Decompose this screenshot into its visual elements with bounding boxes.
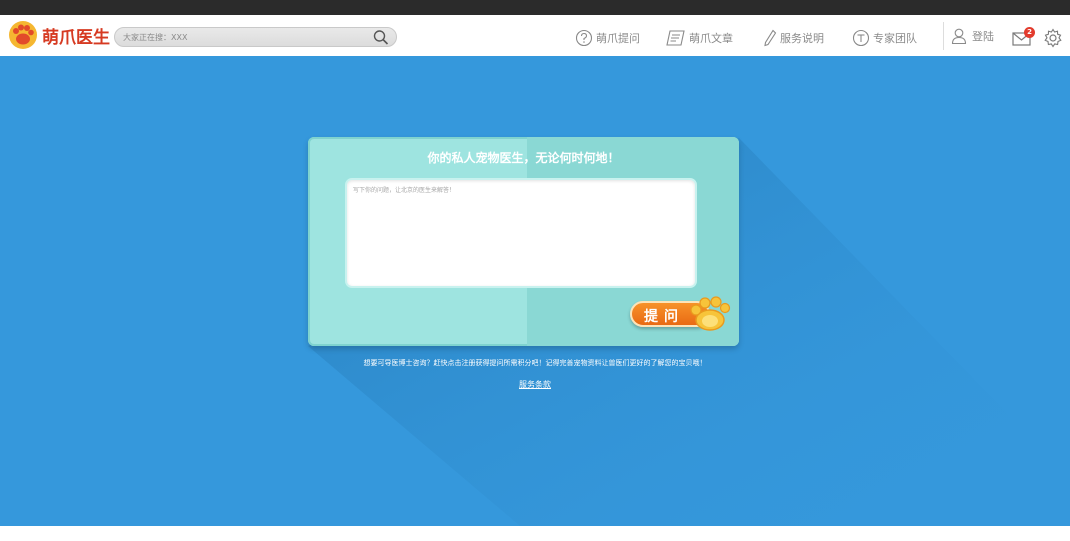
info-text: 想要可导医博士咨询？赶快点击注册获得提问所需积分吧！记得完善宠物资料让兽医们更好… [363,359,707,367]
gear-icon[interactable] [1043,28,1063,48]
paw-logo-icon [9,21,37,49]
site-logo[interactable]: 萌爪医生 [8,20,110,50]
nav-label: 服务说明 [780,32,824,45]
ask-button[interactable]: 提问 [630,296,734,332]
nav-label: 萌爪提问 [596,32,640,45]
site-header: 萌爪医生 萌爪提问 萌爪文章 [0,15,1070,56]
nav-item-articles[interactable]: 萌爪文章 [666,29,733,47]
pencil-icon [764,29,777,47]
search-input[interactable] [123,30,363,44]
browser-top-bar [0,0,1070,15]
nav-item-team[interactable]: 专家团队 [852,29,917,47]
card-title: 你的私人宠物医生，无论何时何地！ [427,151,620,165]
article-icon [666,30,685,46]
nav-item-service[interactable]: 服务说明 [763,29,824,47]
nav-divider [943,22,944,50]
paw-icon [690,296,731,331]
mail-badge: 2 [1024,27,1035,38]
terms-link[interactable]: 服务条款 [519,380,551,389]
question-textarea[interactable] [345,178,697,288]
terms-row: 服务条款 [0,379,1070,390]
search-icon[interactable] [372,29,390,46]
login-label: 登陆 [972,30,994,43]
user-icon [951,28,967,45]
nav-label: 萌爪文章 [689,32,733,45]
logo-text: 萌爪医生 [42,27,110,48]
login-link[interactable]: 登陆 [951,27,994,45]
main-area: 你的私人宠物医生，无论何时何地！ 提问 想要可导医博士咨询？赶快点击注册获得提问… [0,56,1070,526]
ask-button-label: 提问 [644,309,684,325]
search-box [114,27,397,47]
page-footer [0,526,1070,541]
nav-item-ask[interactable]: 萌爪提问 [575,29,640,47]
question-icon [575,29,593,47]
team-icon [852,29,870,47]
nav-label: 专家团队 [873,32,917,45]
